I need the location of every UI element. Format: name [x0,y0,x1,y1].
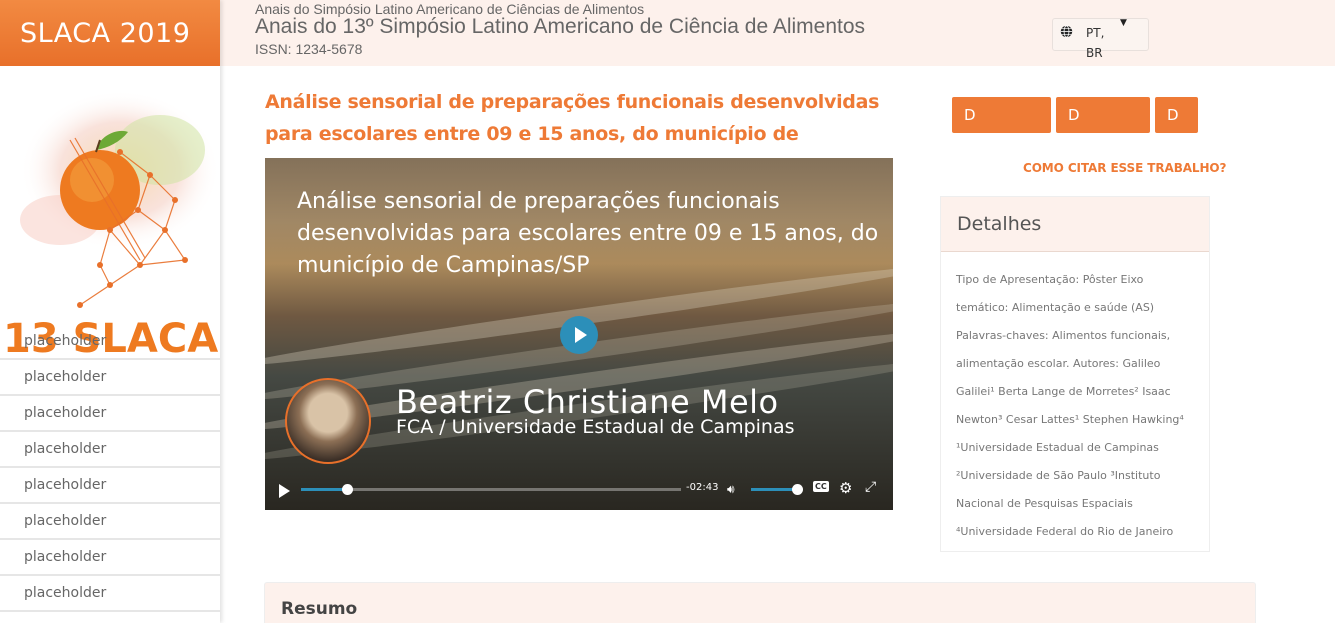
time-remaining: -02:43 [686,482,719,493]
download-button[interactable]: D [952,97,1051,133]
sidebar-item[interactable]: placeholder [0,576,220,612]
globe-icon [1060,25,1073,38]
video-player[interactable]: Análise sensorial de preparações funcion… [265,158,893,510]
page-header: Anais do Simpósio Latino Americano de Ci… [220,0,1335,66]
resumo-heading: Resumo [281,599,358,619]
brand-title[interactable]: SLACA 2019 [0,0,220,66]
play-icon[interactable] [279,484,290,498]
details-heading: Detalhes [941,197,1209,252]
sidebar-item[interactable]: placeholder [0,324,220,360]
progress-fill [301,488,347,491]
captions-icon[interactable]: CC [813,481,829,492]
language-selector[interactable]: PT, BR ▼ [1052,18,1149,60]
orange-logo-icon [20,90,220,308]
sidebar-item[interactable]: placeholder [0,540,220,576]
fullscreen-icon[interactable]: ⤢ [865,479,876,495]
details-body: Tipo de Apresentação: Pôster Eixo temáti… [956,273,1184,538]
resumo-panel: Resumo [264,582,1256,623]
download-button[interactable]: D [1056,97,1150,133]
volume-handle[interactable] [792,484,803,495]
video-controls: -02:43 🔊︎ CC ⚙ ⤢ [265,478,893,502]
caret-down-icon: ▼ [1120,18,1127,28]
sidebar-nav: placeholder placeholder placeholder plac… [0,324,220,612]
details-panel: Detalhes Tipo de Apresentação: Pôster Ei… [940,196,1210,552]
sidebar-item[interactable]: placeholder [0,468,220,504]
volume-bar[interactable] [751,488,797,491]
header-issn: ISSN: 1234-5678 [255,41,363,57]
sidebar-item[interactable]: placeholder [0,432,220,468]
video-title: Análise sensorial de preparações funcion… [297,189,879,278]
progress-bar[interactable] [301,484,681,495]
play-overlay-button[interactable] [560,316,598,354]
volume-icon[interactable]: 🔊︎ [727,482,735,497]
progress-handle[interactable] [341,484,353,495]
language-label: PT, BR [1086,26,1105,60]
speaker-affiliation: FCA / Universidade Estadual de Campinas [396,416,795,438]
cite-link[interactable]: COMO CITAR ESSE TRABALHO? [1023,161,1226,175]
sidebar: SLACA 2019 13 SLACA placeholder placehol… [0,0,220,623]
header-title[interactable]: Anais do 13º Simpósio Latino Americano d… [255,15,865,39]
event-logo: 13 SLACA [0,66,220,362]
sidebar-item[interactable]: placeholder [0,396,220,432]
speaker-avatar [285,378,371,464]
gear-icon[interactable]: ⚙ [839,479,852,497]
sidebar-item[interactable]: placeholder [0,360,220,396]
download-button[interactable]: D [1155,97,1198,133]
sidebar-item[interactable]: placeholder [0,504,220,540]
